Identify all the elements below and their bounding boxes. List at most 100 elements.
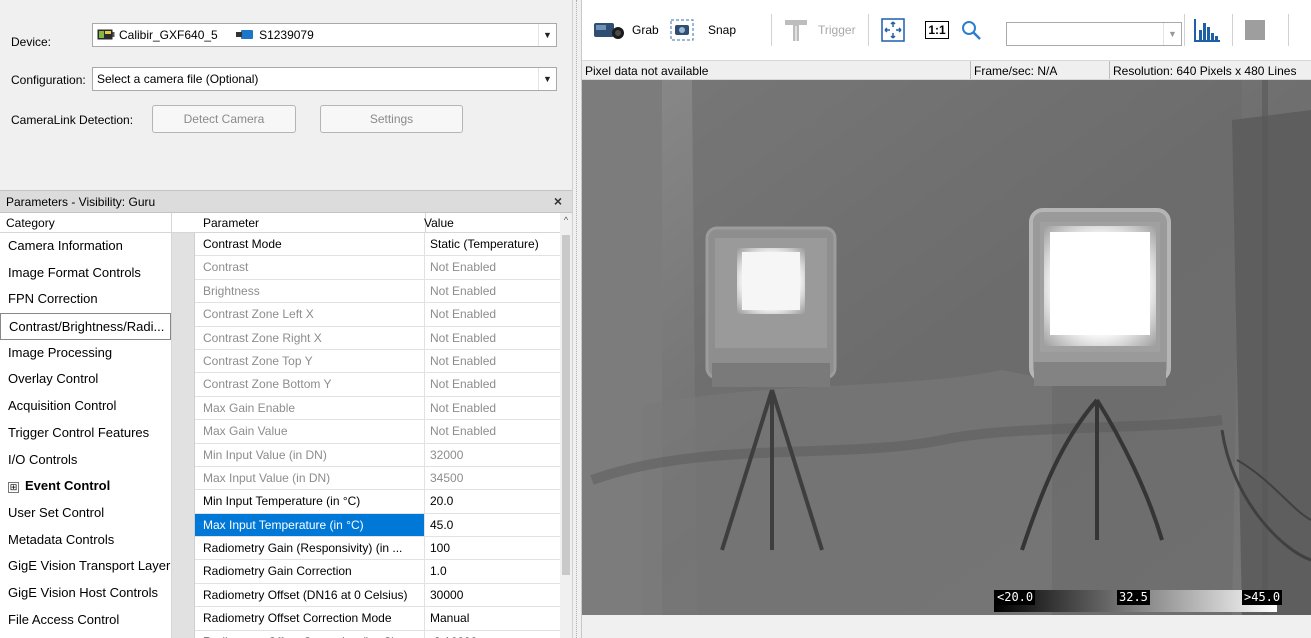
parameter-name: Contrast <box>195 256 425 279</box>
parameter-value[interactable]: 100 <box>425 537 560 559</box>
detect-camera-button[interactable]: Detect Camera <box>152 105 296 133</box>
parameter-value: Not Enabled <box>430 260 497 275</box>
thermal-image <box>582 80 1311 615</box>
close-icon[interactable]: × <box>554 193 562 209</box>
configuration-value: Select a camera file (Optional) <box>97 72 259 86</box>
histogram-button[interactable] <box>1190 12 1224 48</box>
category-item[interactable]: FPN Correction <box>0 286 171 313</box>
category-label: I/O Controls <box>8 451 78 467</box>
scrollbar-thumb[interactable] <box>562 235 570 575</box>
category-item[interactable]: Metadata Controls <box>0 527 171 554</box>
category-label: User Set Control <box>8 504 105 520</box>
device-dropdown[interactable]: Calibir_GXF640_5 S1239079 ▼ <box>92 23 557 47</box>
category-item[interactable]: Image Processing <box>0 340 171 367</box>
chevron-down-icon[interactable]: ▼ <box>1163 23 1181 45</box>
parameter-value[interactable]: Manual <box>425 607 560 629</box>
parameter-value[interactable]: 1.0 <box>425 560 560 582</box>
parameter-row[interactable]: Radiometry Gain Correction 1.0 <box>195 560 560 584</box>
chevron-down-icon[interactable]: ▼ <box>538 24 556 46</box>
scale-max-label: >45.0 <box>1242 590 1283 605</box>
parameter-row[interactable]: Radiometry Offset Correction Mode Manual <box>195 607 560 631</box>
trigger-button[interactable]: Trigger <box>782 12 856 48</box>
snap-button[interactable]: Snap <box>670 12 736 48</box>
configuration-dropdown[interactable]: Select a camera file (Optional) ▼ <box>92 67 557 91</box>
parameter-row[interactable]: Max Gain Enable Not Enabled <box>195 396 560 421</box>
parameters-panel-header: Parameters - Visibility: Guru × <box>0 190 572 213</box>
category-item[interactable]: Acquisition Control <box>0 393 171 420</box>
parameter-row[interactable]: Contrast Mode Static (Temperature) <box>195 233 560 257</box>
parameter-value[interactable]: Static (Temperature) <box>425 233 560 255</box>
parameter-row[interactable]: Radiometry Gain (Responsivity) (in ... 10… <box>195 537 560 561</box>
pane-splitter[interactable] <box>572 0 582 638</box>
parameter-row[interactable]: Max Input Value (in DN) 34500 <box>195 466 560 491</box>
category-item[interactable]: Contrast/Brightness/Radi... <box>0 313 171 340</box>
category-item[interactable]: Trigger Control Features <box>0 420 171 447</box>
parameter-row[interactable]: Contrast Zone Bottom Y Not Enabled <box>195 373 560 397</box>
device-camera-name: Calibir_GXF640_5 <box>119 28 218 42</box>
parameter-value[interactable]: 30000 <box>425 584 560 606</box>
parameter-row[interactable]: Brightness Not Enabled <box>195 279 560 304</box>
parameter-row[interactable]: Contrast Zone Right X Not Enabled <box>195 326 560 350</box>
parameter-name: Min Input Value (in DN) <box>195 443 425 466</box>
expand-icon[interactable]: ⊞ <box>8 482 19 494</box>
parameters-panel-title: Parameters - Visibility: Guru <box>6 195 156 209</box>
category-item[interactable]: ⊞ Event Control <box>0 473 171 500</box>
category-label: Camera Information <box>8 238 123 253</box>
parameter-value: Not Enabled <box>430 283 497 298</box>
category-item[interactable]: GigE Vision Host Controls <box>0 580 171 607</box>
parameter-value: Not Enabled <box>430 330 497 345</box>
chevron-up-icon[interactable]: ^ <box>560 215 572 225</box>
parameter-name: Radiometry Offset (DN16 at 0 Celsius) <box>195 583 425 607</box>
category-item[interactable]: I/O Controls <box>0 447 171 474</box>
category-item[interactable]: File Access Control <box>0 607 171 634</box>
parameter-value: Not Enabled <box>430 377 497 392</box>
parameter-name: Max Input Temperature (in °C) <box>195 513 425 537</box>
category-item[interactable]: Image Format Controls <box>0 260 171 287</box>
category-item[interactable]: Camera Information <box>0 233 171 260</box>
parameter-value[interactable]: 45.0 <box>425 514 560 536</box>
trigger-icon <box>785 20 807 41</box>
parameter-row[interactable]: Radiometry Offset Correction (in °C)-3.1… <box>195 630 560 638</box>
category-label: Overlay Control <box>8 371 99 387</box>
parameter-table: Contrast Mode Static (Temperature) Contras… <box>195 233 560 638</box>
snapshot-icon <box>670 19 694 41</box>
parameter-column-header[interactable]: Parameter <box>203 216 259 230</box>
stop-button[interactable] <box>1242 12 1268 48</box>
parameter-row[interactable]: Min Input Value (in DN) 32000 <box>195 443 560 467</box>
stop-icon <box>1245 20 1265 40</box>
parameter-row[interactable]: Radiometry Offset (DN16 at 0 Celsius) 300… <box>195 583 560 608</box>
category-list: Camera Information Image Format Controls F… <box>0 233 172 638</box>
configuration-label: Configuration: <box>11 73 86 87</box>
fit-to-window-button[interactable] <box>878 12 908 48</box>
parameter-row[interactable]: Max Gain Value Not Enabled <box>195 420 560 444</box>
vertical-scrollbar[interactable]: ^ <box>560 213 572 638</box>
magnifier-icon <box>962 21 981 40</box>
parameter-row[interactable]: Contrast Zone Top Y Not Enabled <box>195 349 560 374</box>
parameter-row[interactable]: Contrast Zone Left X Not Enabled <box>195 303 560 327</box>
parameter-value: Not Enabled <box>430 400 497 415</box>
settings-button[interactable]: Settings <box>320 105 463 133</box>
category-item[interactable]: User Set Control <box>0 500 171 527</box>
toolbar: Grab Snap Trigger 1:1 ▼ <box>582 0 1311 60</box>
camera-image-view[interactable] <box>582 80 1311 615</box>
value-column-header[interactable]: Value <box>424 216 454 230</box>
parameter-name: Radiometry Gain Correction <box>195 560 425 583</box>
category-item[interactable]: Overlay Control <box>0 366 171 393</box>
parameter-row[interactable]: Contrast Not Enabled <box>195 256 560 280</box>
grab-button[interactable]: Grab <box>592 12 659 48</box>
parameter-name: Radiometry Offset Correction Mode <box>195 607 425 630</box>
zoom-dropdown[interactable]: ▼ <box>1006 22 1182 46</box>
frame-rate-status: Frame/sec: N/A <box>974 64 1058 78</box>
parameter-value[interactable]: 20.0 <box>425 490 560 512</box>
category-label: Metadata Controls <box>8 531 115 547</box>
category-column-header[interactable]: Category <box>0 213 172 233</box>
parameter-row[interactable]: Max Input Temperature (in °C) 45.0 <box>195 513 560 538</box>
zoom-button[interactable] <box>958 12 984 48</box>
one-to-one-button[interactable]: 1:1 <box>924 12 950 48</box>
category-label: Event Control <box>25 478 111 494</box>
parameter-row[interactable]: Min Input Temperature (in °C) 20.0 <box>195 490 560 514</box>
parameter-name: Contrast Zone Right X <box>195 326 425 349</box>
parameter-value[interactable]: -3.16299 <box>425 631 560 638</box>
category-item[interactable]: GigE Vision Transport Layer <box>0 553 171 580</box>
chevron-down-icon[interactable]: ▼ <box>538 68 556 90</box>
